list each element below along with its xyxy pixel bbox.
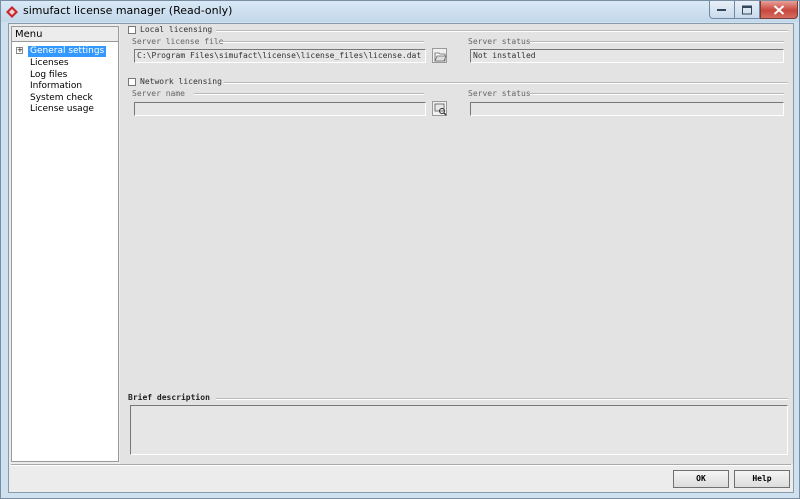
title-bar[interactable]: simufact license manager (Read-only) [1, 1, 799, 22]
close-button[interactable] [760, 1, 798, 19]
maximize-button[interactable] [735, 1, 760, 19]
browse-license-file-button[interactable] [432, 48, 447, 63]
field-divider [530, 93, 784, 95]
brief-description-box [130, 405, 788, 455]
section-divider [216, 398, 788, 400]
close-icon [773, 4, 785, 15]
field-divider [530, 41, 784, 43]
local-server-status-label: Server status [468, 37, 531, 46]
network-server-status-label: Server status [468, 89, 531, 98]
local-licensing-checkbox[interactable] [128, 26, 136, 34]
network-licensing-label: Network licensing [140, 77, 222, 86]
app-logo-icon [5, 4, 19, 18]
client-area: Menu + General settings Licenses Log fil… [8, 23, 794, 493]
section-divider [216, 30, 788, 32]
bottom-separator [11, 464, 791, 466]
server-name-field[interactable] [134, 102, 426, 116]
search-server-button[interactable] [432, 101, 447, 116]
help-button[interactable]: Help [734, 470, 790, 488]
field-divider [194, 93, 424, 95]
server-license-file-field[interactable]: C:\Program Files\simufact\license\licens… [134, 49, 426, 63]
menu-item-information[interactable]: Information [28, 81, 84, 92]
menu-item-system-check[interactable]: System check [28, 93, 95, 104]
minimize-button[interactable] [709, 1, 735, 19]
section-divider [224, 82, 788, 84]
menu-header: Menu [12, 27, 118, 42]
server-name-label: Server name [132, 89, 185, 98]
menu-panel: Menu + General settings Licenses Log fil… [11, 26, 119, 462]
ok-button[interactable]: OK [673, 470, 729, 488]
network-licensing-checkbox[interactable] [128, 78, 136, 86]
network-server-status-field [470, 102, 784, 116]
local-licensing-label: Local licensing [140, 25, 213, 34]
menu-item-general-settings[interactable]: General settings [28, 46, 107, 57]
local-server-status-field: Not installed [470, 49, 784, 63]
brief-description-label: Brief description [128, 393, 210, 402]
minimize-icon [717, 8, 726, 11]
settings-panel: Local licensing Server license file Serv… [120, 24, 793, 464]
menu-item-license-usage[interactable]: License usage [28, 104, 96, 115]
menu-item-log-files[interactable]: Log files [28, 70, 69, 81]
field-divider [220, 41, 424, 43]
menu-item-licenses[interactable]: Licenses [28, 58, 71, 69]
search-server-icon [434, 103, 447, 116]
maximize-icon [742, 5, 752, 14]
tree-expand-icon[interactable]: + [16, 47, 23, 54]
window-title: simufact license manager (Read-only) [23, 4, 233, 17]
app-window: simufact license manager (Read-only) Men… [0, 0, 800, 499]
folder-open-icon [434, 52, 447, 62]
server-license-file-label: Server license file [132, 37, 224, 46]
